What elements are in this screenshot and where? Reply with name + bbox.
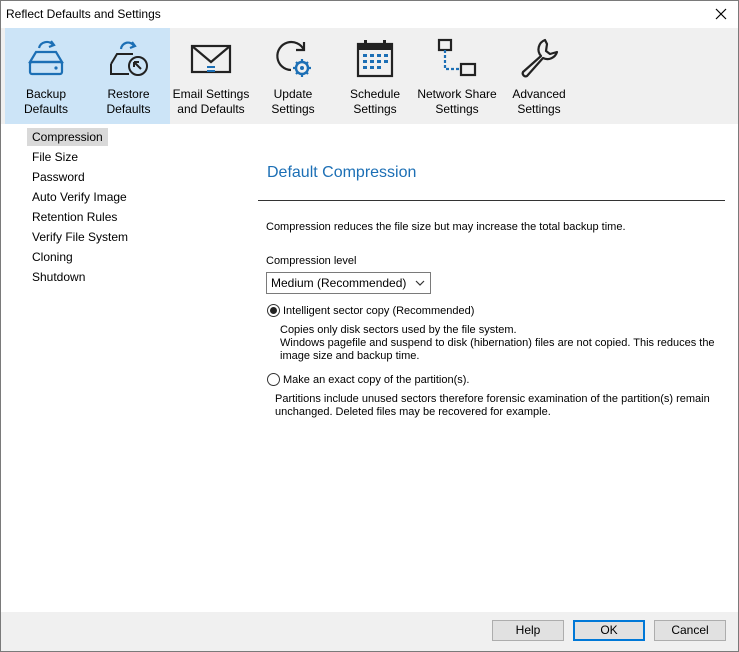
sidebar-item-verify-file-system[interactable]: Verify File System: [27, 228, 133, 246]
radio-intelligent-sector-copy[interactable]: Intelligent sector copy (Recommended): [267, 304, 474, 317]
toolbar-ribbon: Backup Defaults Restore Defaults Email S…: [1, 28, 738, 124]
tool-update-settings[interactable]: Update Settings: [252, 28, 334, 124]
page-title: Default Compression: [267, 164, 417, 181]
compression-level-select[interactable]: Medium (Recommended): [266, 272, 431, 294]
restore-disk-icon: [109, 41, 148, 76]
option2-note: Partitions include unused sectors theref…: [275, 393, 710, 405]
tool-advanced-settings[interactable]: Advanced Settings: [498, 28, 580, 124]
heading-divider: [258, 200, 725, 201]
tool-label-line2: Settings: [517, 102, 561, 116]
tool-label-line2: Settings: [435, 102, 479, 116]
settings-dialog: Reflect Defaults and Settings Backup Def…: [0, 0, 739, 652]
tool-label-line1: Schedule: [349, 87, 401, 101]
chevron-down-icon: [415, 280, 425, 286]
tool-label-line1: Backup: [25, 87, 67, 101]
tool-label-line2: Defaults: [106, 102, 151, 116]
tool-label-line2: and Defaults: [177, 102, 245, 116]
backup-disk-icon: [28, 40, 64, 76]
title-bar: Reflect Defaults and Settings: [1, 1, 738, 28]
option1-note: image size and backup time.: [280, 350, 420, 362]
compression-description: Compression reduces the file size but ma…: [266, 221, 626, 233]
tool-restore-defaults[interactable]: Restore Defaults: [87, 28, 170, 124]
sidebar-item-cloning[interactable]: Cloning: [27, 248, 78, 266]
sidebar-item-retention-rules[interactable]: Retention Rules: [27, 208, 122, 226]
ok-button[interactable]: OK: [573, 620, 645, 641]
tool-network-share-settings[interactable]: Network Share Settings: [416, 28, 498, 124]
tool-label-line2: Settings: [271, 102, 315, 116]
close-button[interactable]: [710, 4, 732, 24]
tool-label-line1: Update: [273, 87, 313, 101]
tool-label-line1: Advanced: [512, 87, 566, 101]
option2-note: unchanged. Deleted files may be recovere…: [275, 406, 551, 418]
tool-backup-defaults[interactable]: Backup Defaults: [5, 28, 87, 124]
radio-label: Intelligent sector copy (Recommended): [283, 304, 475, 317]
compression-panel: Default Compression Compression reduces …: [241, 124, 738, 612]
tool-schedule-settings[interactable]: Schedule Settings: [334, 28, 416, 124]
tool-label-line1: Email Settings: [172, 87, 250, 101]
sidebar-item-file-size[interactable]: File Size: [27, 148, 83, 166]
help-button[interactable]: Help: [492, 620, 564, 641]
radio-exact-copy[interactable]: Make an exact copy of the partition(s).: [267, 373, 469, 386]
compression-level-value: Medium (Recommended): [271, 276, 407, 290]
sidebar-item-auto-verify-image[interactable]: Auto Verify Image: [27, 188, 132, 206]
cancel-button[interactable]: Cancel: [654, 620, 726, 641]
tool-label-line2: Settings: [353, 102, 397, 116]
radio-button-unchecked[interactable]: [267, 373, 280, 386]
tool-label-line1: Network Share: [417, 87, 497, 101]
window-title: Reflect Defaults and Settings: [6, 7, 161, 21]
radio-button-checked[interactable]: [267, 304, 280, 317]
sidebar-item-compression[interactable]: Compression: [27, 128, 108, 146]
envelope-icon: [190, 44, 232, 74]
option1-note: Copies only disk sectors used by the fil…: [280, 324, 517, 336]
calendar-icon: [356, 40, 394, 78]
sidebar-item-password[interactable]: Password: [27, 168, 90, 186]
sidebar-item-shutdown[interactable]: Shutdown: [27, 268, 90, 286]
settings-sidebar: Compression File Size Password Auto Veri…: [1, 124, 241, 612]
option1-note: Windows pagefile and suspend to disk (hi…: [280, 337, 715, 349]
network-share-icon: [437, 38, 477, 77]
radio-label: Make an exact copy of the partition(s).: [283, 373, 470, 386]
tool-email-settings[interactable]: Email Settings and Defaults: [170, 28, 252, 124]
dialog-footer: Help OK Cancel: [1, 612, 738, 651]
compression-level-label: Compression level: [266, 255, 357, 267]
tool-label-line2: Defaults: [23, 102, 69, 116]
close-icon: [715, 8, 727, 20]
update-gear-icon: [276, 40, 311, 77]
wrench-icon: [521, 38, 559, 78]
tool-label-line1: Restore: [107, 87, 150, 101]
